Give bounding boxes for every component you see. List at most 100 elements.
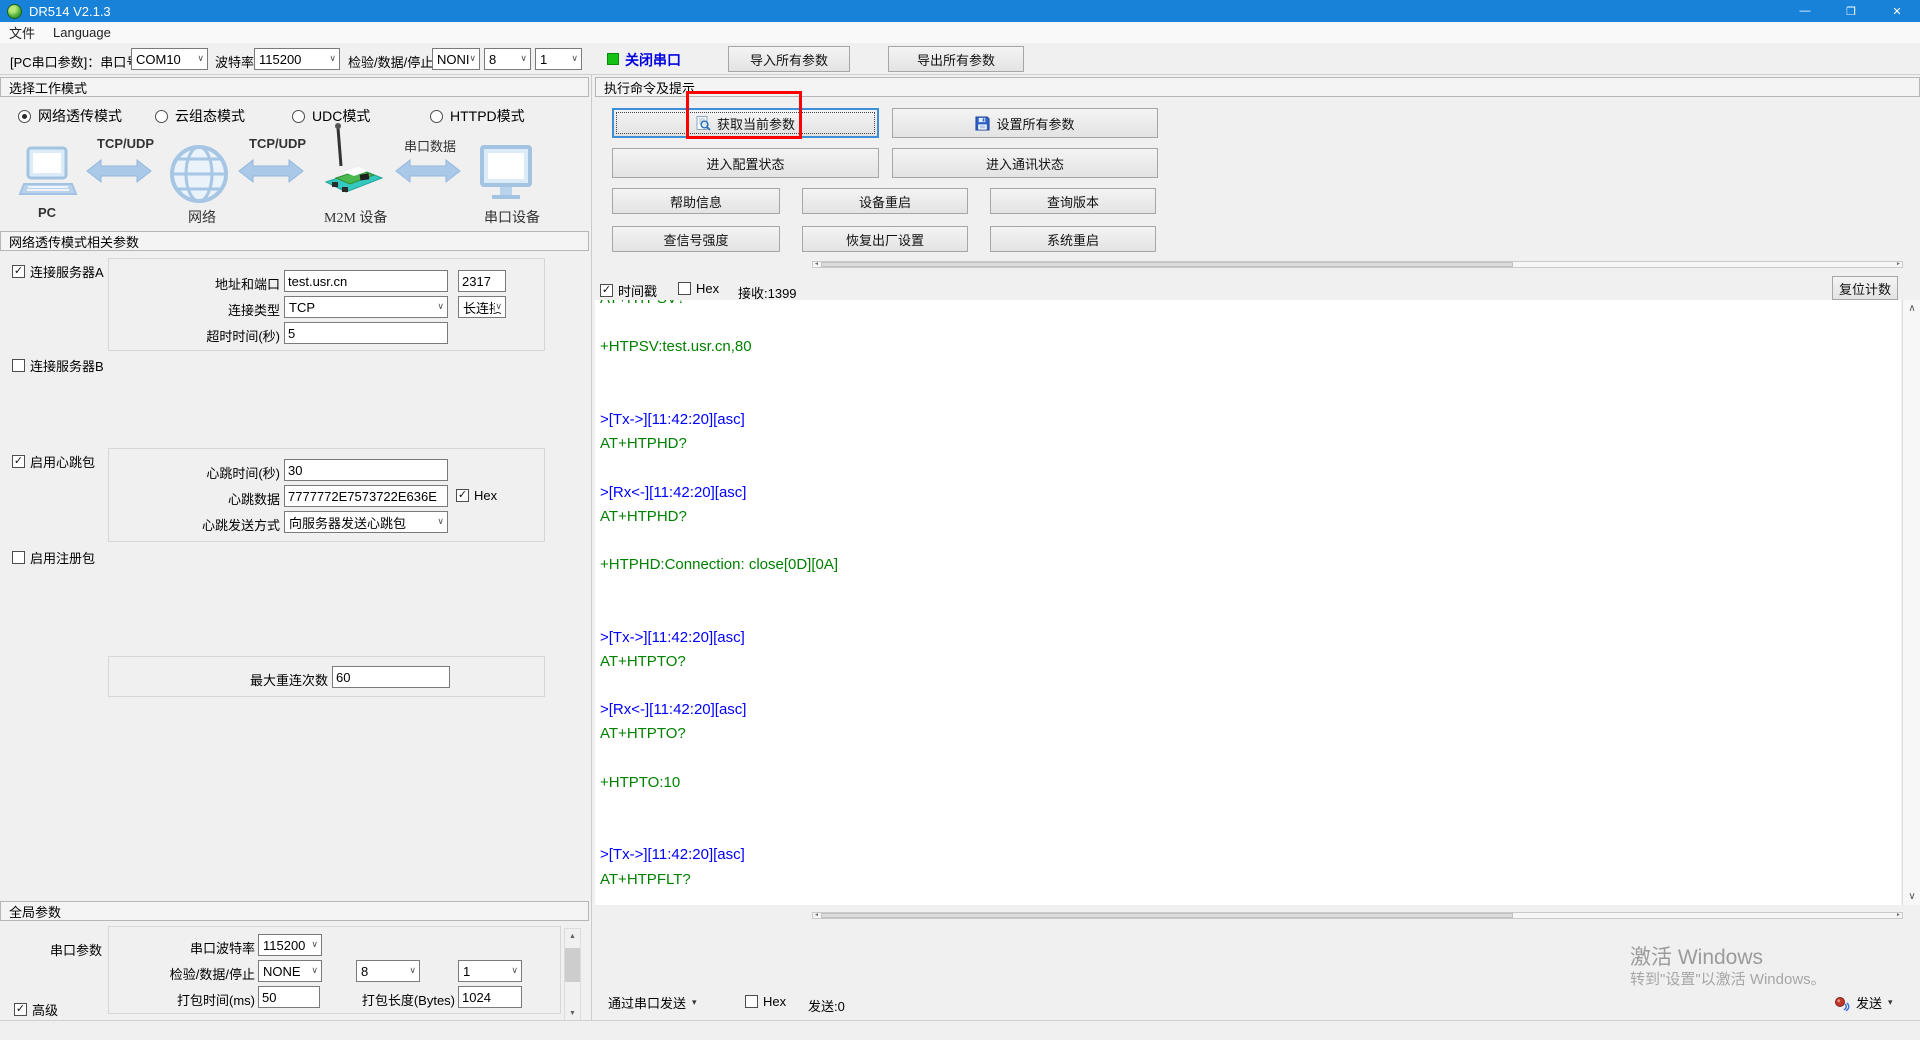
heartbeat-time-input[interactable]	[284, 459, 448, 481]
import-params-button[interactable]: 导入所有参数	[728, 46, 850, 72]
scrollbar-thumb[interactable]	[821, 913, 1513, 918]
pack-len-input[interactable]	[458, 986, 522, 1008]
mode-radio-cloud[interactable]: 云组态模式	[155, 106, 245, 126]
factory-reset-button[interactable]: 恢复出厂设置	[802, 226, 968, 252]
terminal-line: +HTPHD:Connection: close[0D][0A]	[600, 553, 1901, 577]
com-port-select[interactable]: COM10∨	[131, 48, 208, 70]
advanced-checkbox[interactable]: ✓ 高级	[14, 1000, 58, 1019]
get-params-button[interactable]: 获取当前参数	[612, 108, 879, 138]
scroll-up-icon[interactable]: ∧	[1903, 303, 1920, 314]
max-reconnect-input[interactable]	[332, 666, 450, 688]
scroll-right-icon[interactable]: ►	[1896, 261, 1901, 268]
scroll-down-icon[interactable]: ▼	[565, 1006, 580, 1021]
terminal-line: >[Rx<-][11:42:20][asc]	[600, 698, 1901, 722]
databits-select[interactable]: 8∨	[484, 48, 531, 70]
chevron-down-icon: ∨	[520, 53, 527, 64]
enter-comm-state-button[interactable]: 进入通讯状态	[892, 148, 1158, 178]
mode-radio-httpd[interactable]: HTTPD模式	[430, 106, 525, 126]
checkbox-icon: ✓	[12, 455, 25, 468]
stopbits-select[interactable]: 1∨	[535, 48, 582, 70]
conn-type-select[interactable]: TCP∨	[284, 296, 448, 318]
panel-divider	[591, 75, 592, 1020]
terminal-line: AT+HTPHD?	[600, 505, 1901, 529]
menu-file[interactable]: 文件	[0, 22, 44, 43]
left-panel-scrollbar[interactable]: ▲ ▼	[564, 928, 581, 1022]
enter-config-state-button[interactable]: 进入配置状态	[612, 148, 879, 178]
commands-header: 执行命令及提示	[595, 77, 1920, 97]
timestamp-checkbox[interactable]: ✓ 时间戳	[600, 281, 657, 300]
checkbox-icon	[678, 282, 691, 295]
heartbeat-checkbox[interactable]: ✓ 启用心跳包	[12, 452, 95, 471]
server-a-address-input[interactable]	[284, 270, 448, 292]
heartbeat-mode-select[interactable]: 向服务器发送心跳包∨	[284, 511, 448, 533]
terminal-line	[600, 360, 1901, 384]
minimize-button[interactable]: —	[1782, 0, 1828, 22]
global-stopbits-select[interactable]: 1∨	[458, 960, 522, 982]
m2m-device-icon	[316, 120, 388, 206]
chevron-down-icon: ∨	[571, 53, 578, 64]
terminal-line	[600, 384, 1901, 408]
terminal-line	[600, 529, 1901, 553]
work-mode-header: 选择工作模式	[0, 77, 589, 97]
scroll-left-icon[interactable]: ◄	[814, 261, 819, 268]
conn-mode-select[interactable]: 长连接∨	[458, 296, 506, 318]
terminal-hscrollbar-bottom[interactable]: ◄ ►	[812, 912, 1903, 919]
scroll-down-icon[interactable]: ∨	[1903, 891, 1920, 902]
chevron-down-icon: ∨	[437, 516, 444, 527]
terminal-hex-checkbox[interactable]: Hex	[678, 281, 719, 296]
send-hex-checkbox[interactable]: Hex	[745, 994, 786, 1009]
query-signal-button[interactable]: 查信号强度	[612, 226, 780, 252]
terminal-hscrollbar-top[interactable]: ◄ ►	[812, 261, 1903, 268]
scroll-left-icon[interactable]: ◄	[814, 912, 819, 919]
scroll-up-icon[interactable]: ▲	[565, 929, 580, 944]
diagram-arrow2-label: TCP/UDP	[249, 136, 306, 151]
checkbox-icon: ✓	[456, 489, 469, 502]
pack-time-input[interactable]	[258, 986, 320, 1008]
chevron-down-icon: ∨	[469, 53, 476, 64]
menu-bar: 文件 Language	[0, 22, 1920, 43]
server-a-checkbox[interactable]: ✓ 连接服务器A	[12, 262, 104, 281]
global-baud-select[interactable]: 115200∨	[258, 934, 322, 956]
parity-select[interactable]: NONI∨	[432, 48, 480, 70]
terminal-view[interactable]: AT+HTPSV?+HTPSV:test.usr.cn,80>[Tx->][11…	[595, 300, 1901, 905]
baud-select[interactable]: 115200∨	[254, 48, 340, 70]
send-speaker-icon	[1834, 995, 1850, 1011]
mode-radio-net-passthrough[interactable]: 网络透传模式	[18, 106, 122, 126]
diagram-node-pc-label: PC	[38, 205, 56, 220]
close-button[interactable]: ✕	[1874, 0, 1920, 22]
terminal-line: >[Tx->][11:42:20][asc]	[600, 843, 1901, 867]
timeout-label: 超时时间(秒)	[150, 326, 280, 345]
diagram-arrow3-label: 串口数据	[404, 136, 456, 155]
checkbox-icon	[12, 551, 25, 564]
close-serial-button[interactable]: 关闭串口	[625, 50, 681, 70]
global-databits-select[interactable]: 8∨	[356, 960, 420, 982]
system-restart-button[interactable]: 系统重启	[990, 226, 1156, 252]
scrollbar-thumb[interactable]	[821, 262, 1513, 267]
scroll-right-icon[interactable]: ►	[1896, 912, 1901, 919]
heartbeat-data-input[interactable]	[284, 485, 448, 507]
conn-type-label: 连接类型	[150, 300, 280, 319]
export-params-button[interactable]: 导出所有参数	[888, 46, 1024, 72]
help-info-button[interactable]: 帮助信息	[612, 188, 780, 214]
timeout-input[interactable]	[284, 322, 448, 344]
chevron-down-icon: ∨	[329, 53, 336, 64]
set-all-params-button[interactable]: 设置所有参数	[892, 108, 1158, 138]
send-button[interactable]: 发送 ▾	[1834, 993, 1893, 1012]
send-via-serial-dropdown[interactable]: 通过串口发送 ▾	[608, 993, 697, 1012]
global-parity-select[interactable]: NONE∨	[258, 960, 322, 982]
reset-count-button[interactable]: 复位计数	[1832, 276, 1898, 300]
server-b-checkbox[interactable]: 连接服务器B	[12, 356, 104, 375]
register-packet-checkbox[interactable]: 启用注册包	[12, 548, 95, 567]
device-restart-button[interactable]: 设备重启	[802, 188, 968, 214]
checkbox-icon: ✓	[12, 265, 25, 278]
maximize-button[interactable]: ❐	[1828, 0, 1874, 22]
terminal-line	[600, 795, 1901, 819]
query-version-button[interactable]: 查询版本	[990, 188, 1156, 214]
terminal-line: +HTPTO:10	[600, 771, 1901, 795]
heartbeat-hex-checkbox[interactable]: ✓ Hex	[456, 488, 497, 503]
scrollbar-thumb[interactable]	[565, 948, 580, 982]
terminal-vscrollbar[interactable]: ∧ ∨	[1902, 300, 1920, 905]
arrow-left-right-icon	[85, 157, 153, 185]
menu-language[interactable]: Language	[44, 22, 120, 43]
server-a-port-input[interactable]	[458, 270, 506, 292]
